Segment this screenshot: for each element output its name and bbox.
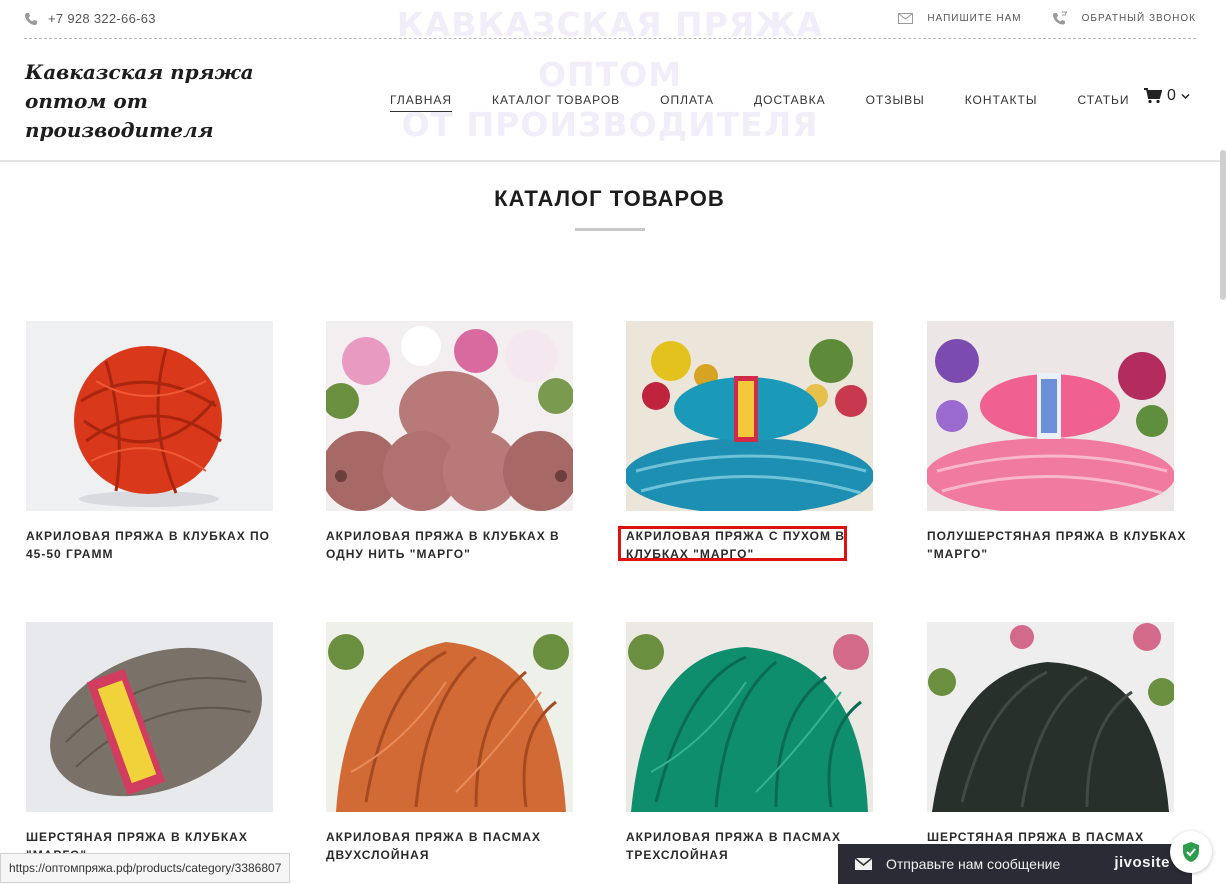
site-logo[interactable]: Кавказская пряжа оптом от производителя [25,58,285,145]
top-contact-bar: +7 928 322-66-63 НАПИШИТЕ НАМ ОБРАТНЫЙ З… [24,0,1196,39]
product-card[interactable]: АКРИЛОВАЯ ПРЯЖА В КЛУБКАХ В ОДНУ НИТЬ "М… [326,321,596,563]
product-image[interactable] [626,321,873,511]
product-image[interactable] [326,622,573,812]
title-underline [575,228,645,231]
write-us-label: НАПИШИТЕ НАМ [927,12,1022,24]
chevron-down-icon [1181,93,1190,100]
product-image[interactable] [927,321,1174,511]
product-name[interactable]: АКРИЛОВАЯ ПРЯЖА В КЛУБКАХ В ОДНУ НИТЬ "М… [326,527,586,563]
product-name[interactable]: ПОЛУШЕРСТЯНАЯ ПРЯЖА В КЛУБКАХ "МАРГО" [927,527,1187,563]
nav-item-articles[interactable]: СТАТЬИ [1077,93,1129,112]
product-name[interactable]: АКРИЛОВАЯ ПРЯЖА В ПАСМАХ ДВУХСЛОЙНАЯ [326,828,586,864]
callback-phone-icon [1052,11,1068,25]
product-image[interactable] [626,622,873,812]
product-card[interactable]: ШЕРСТЯНАЯ ПРЯЖА В ПАСМАХ [927,622,1197,846]
nav-item-reviews[interactable]: ОТЗЫВЫ [866,93,925,112]
phone-number: +7 928 322-66-63 [48,11,156,26]
product-card[interactable]: ШЕРСТЯНАЯ ПРЯЖА В КЛУБКАХ "МАРГО" [26,622,296,864]
page-scrollbar[interactable] [1220,150,1226,300]
nav-item-delivery[interactable]: ДОСТАВКА [754,93,826,112]
nav-item-home[interactable]: ГЛАВНАЯ [390,93,453,112]
product-image[interactable] [26,622,273,812]
main-nav: ГЛАВНАЯ КАТАЛОГ ТОВАРОВ ОПЛАТА ДОСТАВКА … [390,93,1130,112]
jivosite-logo: jivosite [1114,854,1170,871]
chat-widget[interactable]: Отправьте нам сообщение jivosite [838,844,1192,884]
shield-check-icon[interactable] [1170,831,1212,873]
product-card[interactable]: АКРИЛОВАЯ ПРЯЖА В ПАСМАХ ТРЕХСЛОЙНАЯ [626,622,896,864]
nav-item-catalog[interactable]: КАТАЛОГ ТОВАРОВ [492,93,620,112]
product-image[interactable] [927,622,1174,812]
nav-item-contacts[interactable]: КОНТАКТЫ [965,93,1038,112]
product-card[interactable]: АКРИЛОВАЯ ПРЯЖА В ПАСМАХ ДВУХСЛОЙНАЯ [326,622,596,864]
cart-count: 0 [1167,87,1176,104]
phone-icon [24,12,38,26]
nav-item-payment[interactable]: ОПЛАТА [660,93,714,112]
product-name[interactable]: АКРИЛОВАЯ ПРЯЖА В КЛУБКАХ ПО 45-50 ГРАММ [26,527,286,563]
cart-icon [1144,88,1162,104]
site-header: Кавказская пряжа оптом от производителя … [0,40,1226,162]
cart-button[interactable]: 0 [1144,87,1190,105]
status-bar-url: https://оптомпряжа.рф/products/category/… [0,853,291,883]
product-image[interactable] [326,321,573,511]
write-us-link[interactable]: НАПИШИТЕ НАМ [898,12,1022,24]
highlight-box [618,526,847,561]
product-card[interactable]: АКРИЛОВАЯ ПРЯЖА В КЛУБКАХ ПО 45-50 ГРАММ [26,321,296,563]
callback-label: ОБРАТНЫЙ ЗВОНОК [1081,12,1196,24]
callback-link[interactable]: ОБРАТНЫЙ ЗВОНОК [1052,11,1196,25]
phone-contact[interactable]: +7 928 322-66-63 [24,11,156,26]
mail-icon [898,12,914,24]
chat-widget-label: Отправьте нам сообщение [886,856,1061,872]
product-image[interactable] [26,321,273,511]
page-title: КАТАЛОГ ТОВАРОВ [494,186,725,211]
envelope-icon [855,858,872,870]
product-card[interactable]: ПОЛУШЕРСТЯНАЯ ПРЯЖА В КЛУБКАХ "МАРГО" [927,321,1197,563]
